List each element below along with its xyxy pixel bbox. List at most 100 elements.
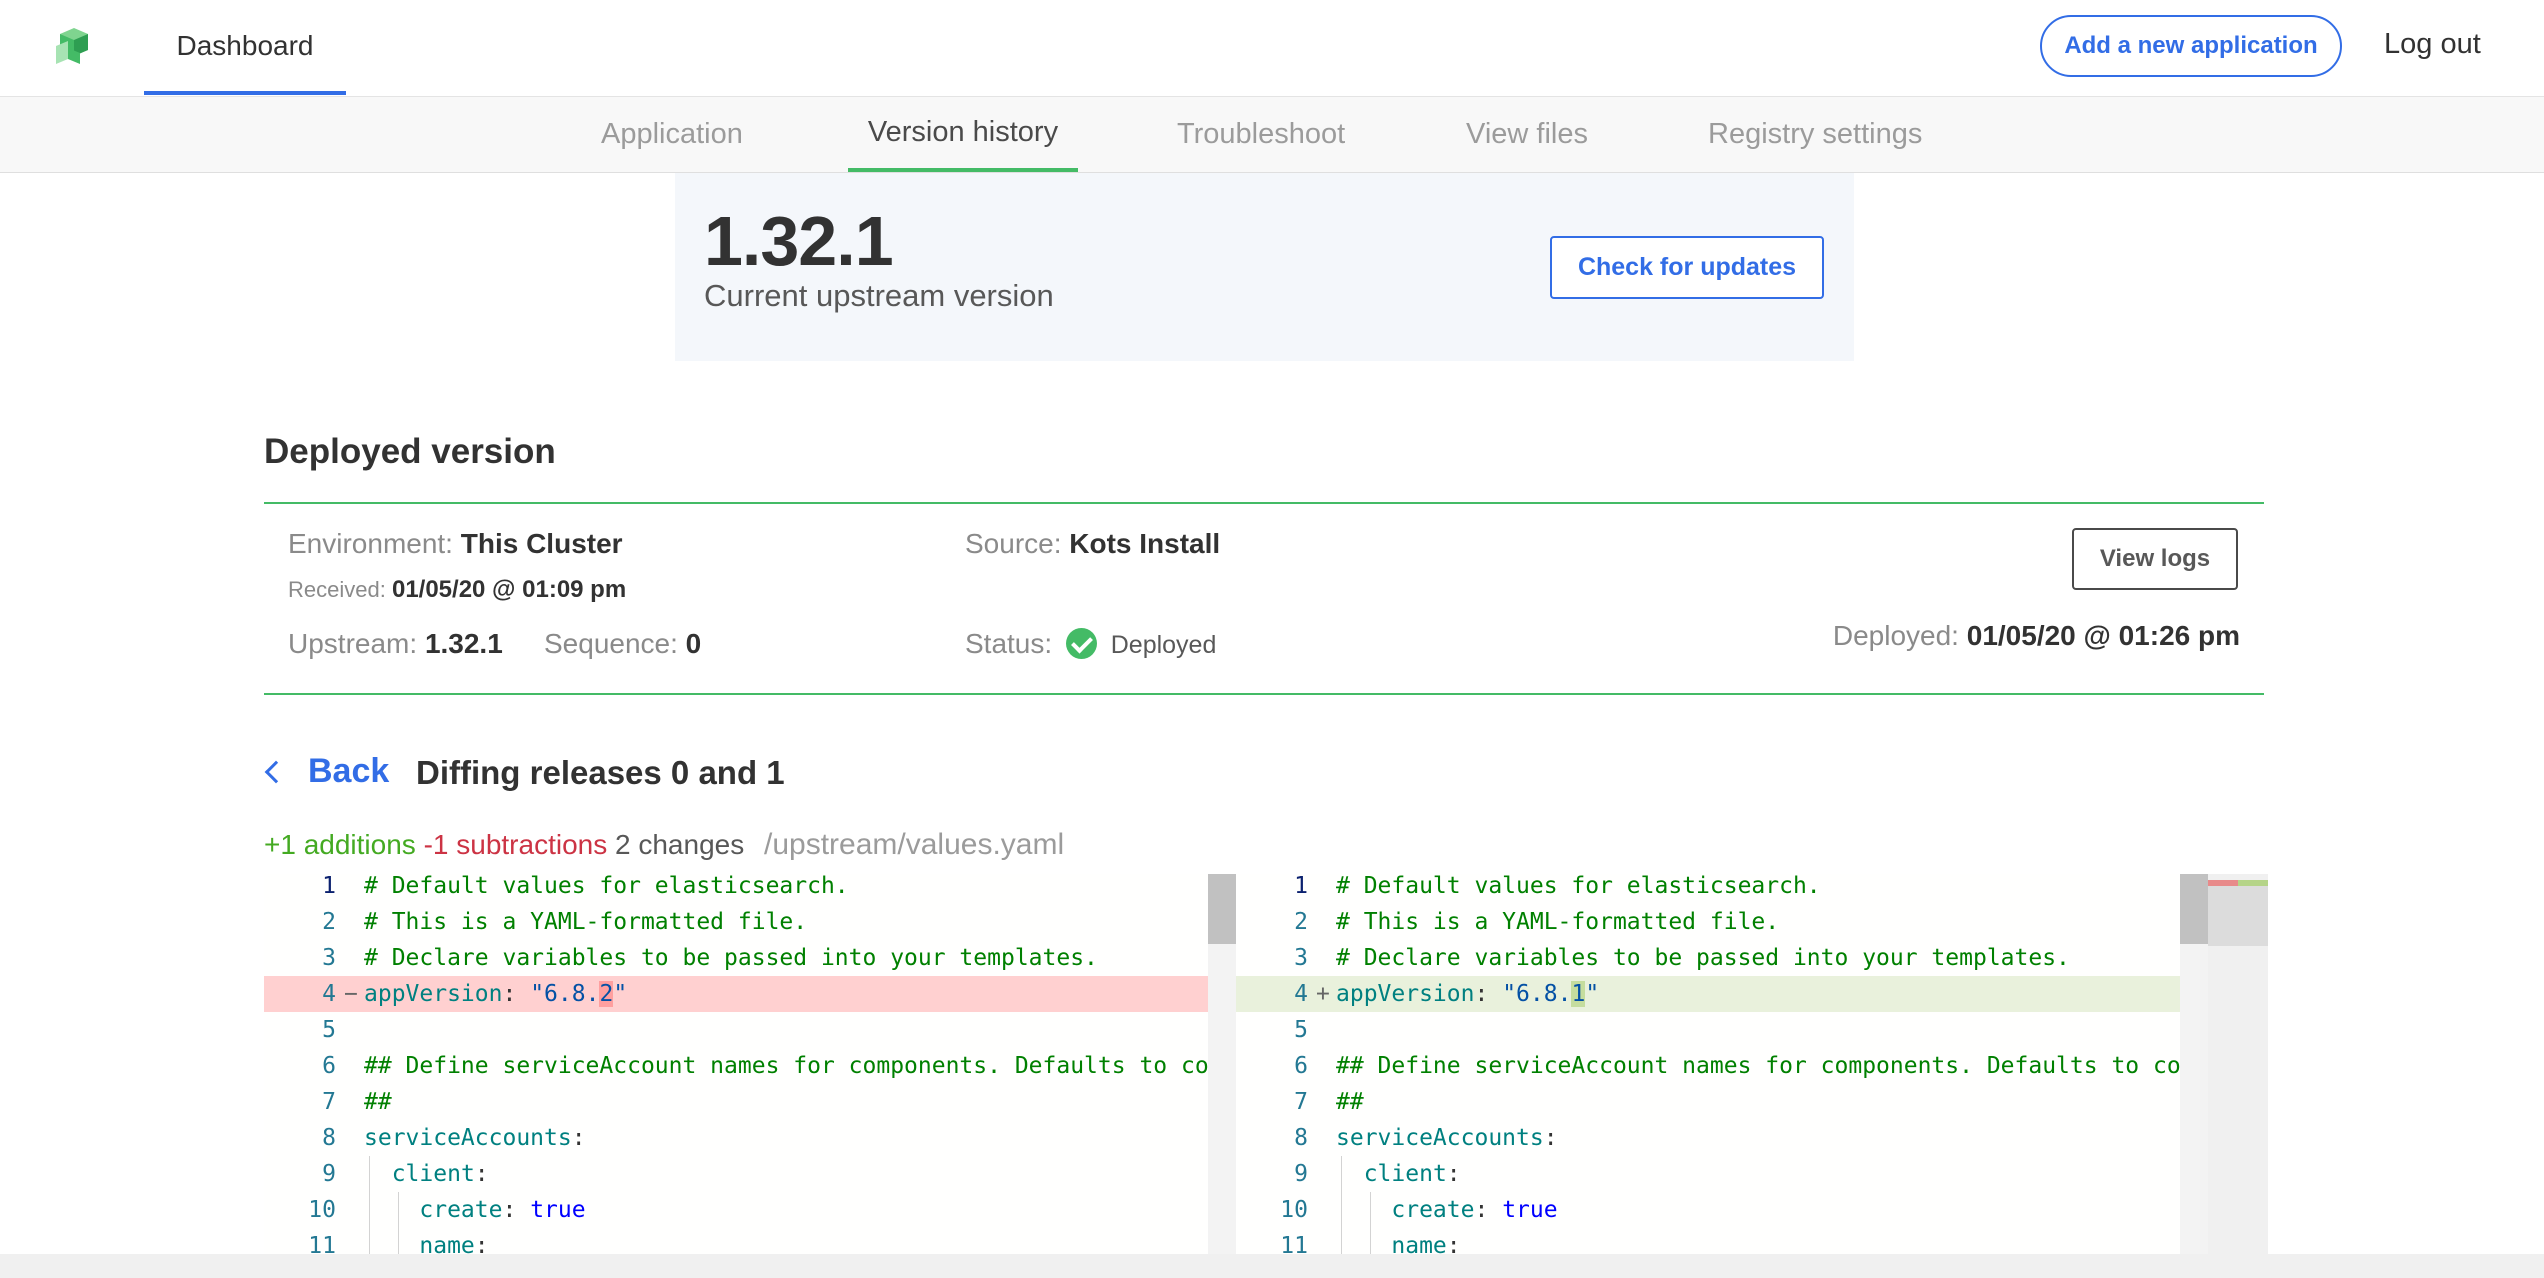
view-logs-button[interactable]: View logs [2072, 528, 2238, 590]
code-line[interactable]: 11 name: [264, 1228, 1236, 1254]
line-number: 10 [308, 1197, 336, 1223]
code-line[interactable]: 6 ## Define serviceAccount names for comp… [1236, 1048, 2208, 1084]
code-line[interactable]: 7 ## [1236, 1084, 2208, 1120]
code-line[interactable]: 11 name: [1236, 1228, 2208, 1254]
vertical-scrollbar[interactable] [2180, 874, 2208, 1254]
code-line[interactable]: 3 # Declare variables to be passed into y… [264, 940, 1236, 976]
nav-dashboard[interactable]: Dashboard [144, 0, 346, 95]
line-number: 2 [322, 909, 336, 935]
code-line[interactable]: 4− appVersion: "6.8.2" [264, 976, 1236, 1012]
line-number: 4 [322, 981, 336, 1007]
app-logo-icon[interactable] [52, 24, 96, 68]
status-field: Status: Deployed [965, 628, 1216, 661]
code-text: name: [1391, 1233, 1461, 1254]
code-line[interactable]: 5 [264, 1012, 1236, 1048]
tab-view-files[interactable]: View files [1466, 97, 1588, 172]
top-header: Dashboard Add a new application Log out [0, 0, 2544, 97]
indent-guide [1370, 1192, 1371, 1254]
deployed-version-card: Environment: This Cluster Received: 01/0… [264, 502, 2264, 695]
line-number: 5 [322, 1017, 336, 1043]
upstream-field: Upstream: 1.32.1 [288, 628, 503, 660]
vertical-scrollbar[interactable] [1208, 874, 1236, 1254]
line-number: 5 [1294, 1017, 1308, 1043]
code-text: client: [1363, 1161, 1461, 1187]
received-value: 01/05/20 @ 01:09 pm [391, 576, 627, 603]
upstream-version-card: 1.32.1 Current upstream version Check fo… [675, 173, 1854, 361]
changes-count: 2 changes [615, 829, 745, 860]
line-number: 1 [1294, 874, 1308, 899]
line-number: 10 [1280, 1197, 1308, 1223]
line-number: 3 [1294, 945, 1308, 971]
environment-value: This Cluster [460, 528, 623, 559]
code-line[interactable]: 2 # This is a YAML-formatted file. [264, 904, 1236, 940]
code-line[interactable]: 10 create: true [1236, 1192, 2208, 1228]
overview-thumb[interactable] [2208, 886, 2268, 946]
code-line[interactable]: 9 client: [264, 1156, 1236, 1192]
code-line[interactable]: 3 # Declare variables to be passed into y… [1236, 940, 2208, 976]
sequence-label: Sequence: [544, 628, 678, 659]
scrollbar-thumb[interactable] [1208, 874, 1236, 944]
deployed-version-title: Deployed version [264, 432, 556, 471]
code-line[interactable]: 2 # This is a YAML-formatted file. [1236, 904, 2208, 940]
upstream-label: Upstream: [288, 628, 418, 659]
deployed-value: 01/05/20 @ 01:26 pm [1966, 620, 2240, 651]
tab-registry-settings[interactable]: Registry settings [1708, 97, 1922, 172]
status-label: Status: [965, 628, 1053, 659]
source-value: Kots Install [1069, 528, 1221, 559]
code-text: # This is a YAML-formatted file. [364, 909, 808, 935]
tab-troubleshoot[interactable]: Troubleshoot [1177, 97, 1345, 172]
received-field: Received: 01/05/20 @ 01:09 pm [288, 576, 626, 604]
check-circle-icon [1065, 628, 1097, 660]
environment-field: Environment: This Cluster [288, 528, 623, 560]
sub-navigation: Application Version history Troubleshoot… [0, 97, 2544, 173]
sequence-value: 0 [685, 628, 702, 659]
line-number: 11 [1280, 1233, 1308, 1254]
diff-editor-modified[interactable]: 1 # Default values for elasticsearch. 2 # T… [1236, 874, 2208, 1254]
back-label: Back [308, 752, 390, 790]
line-number: 2 [1294, 909, 1308, 935]
code-line[interactable]: 1 # Default values for elasticsearch. [1236, 874, 2208, 904]
line-number: 9 [1294, 1161, 1308, 1187]
add-application-button[interactable]: Add a new application [2040, 15, 2342, 77]
code-line[interactable]: 6 ## Define serviceAccount names for comp… [264, 1048, 1236, 1084]
minus-icon: − [344, 981, 358, 1007]
indent-guide [369, 1156, 370, 1254]
deployed-label: Deployed: [1832, 620, 1959, 651]
horizontal-scrollbar[interactable] [0, 1254, 2544, 1278]
source-field: Source: Kots Install [965, 528, 1220, 560]
code-text: # Declare variables to be passed into yo… [1336, 945, 2070, 971]
plus-icon: + [1316, 981, 1330, 1007]
logout-link[interactable]: Log out [2384, 28, 2481, 61]
indent-guide [398, 1192, 399, 1254]
line-number: 1 [322, 874, 336, 899]
code-text: name: [419, 1233, 489, 1254]
code-line[interactable]: 5 [1236, 1012, 2208, 1048]
code-line[interactable]: 4 + appVersion: "6.8.1" [1236, 976, 2208, 1012]
code-line[interactable]: 9 client: [1236, 1156, 2208, 1192]
back-link[interactable]: Back [262, 752, 389, 791]
source-label: Source: [965, 528, 1062, 559]
line-number: 9 [322, 1161, 336, 1187]
code-text: appVersion: "6.8.2" [364, 981, 628, 1007]
tab-version-history[interactable]: Version history [848, 97, 1078, 172]
diff-editor-original[interactable]: 1 # Default values for elasticsearch. 2 # T… [264, 874, 1236, 1254]
tab-application[interactable]: Application [601, 97, 743, 172]
code-text: # Default values for elasticsearch. [364, 874, 849, 899]
code-line[interactable]: 8 serviceAccounts: [1236, 1120, 2208, 1156]
scrollbar-thumb[interactable] [2180, 874, 2208, 944]
code-line[interactable]: 8 serviceAccounts: [264, 1120, 1236, 1156]
code-text: ## [1336, 1089, 1364, 1115]
line-number: 3 [322, 945, 336, 971]
upstream-value: 1.32.1 [424, 628, 503, 659]
upstream-version-label: Current upstream version [704, 278, 1054, 313]
code-line[interactable]: 1 # Default values for elasticsearch. [264, 874, 1236, 904]
diff-overview-ruler[interactable] [2208, 874, 2268, 1254]
line-number: 6 [322, 1053, 336, 1079]
code-text: client: [391, 1161, 489, 1187]
code-line[interactable]: 7 ## [264, 1084, 1236, 1120]
environment-label: Environment: [288, 528, 453, 559]
line-number: 8 [322, 1125, 336, 1151]
code-line[interactable]: 10 create: true [264, 1192, 1236, 1228]
sequence-field: Sequence: 0 [544, 628, 701, 660]
check-for-updates-button[interactable]: Check for updates [1550, 236, 1824, 299]
